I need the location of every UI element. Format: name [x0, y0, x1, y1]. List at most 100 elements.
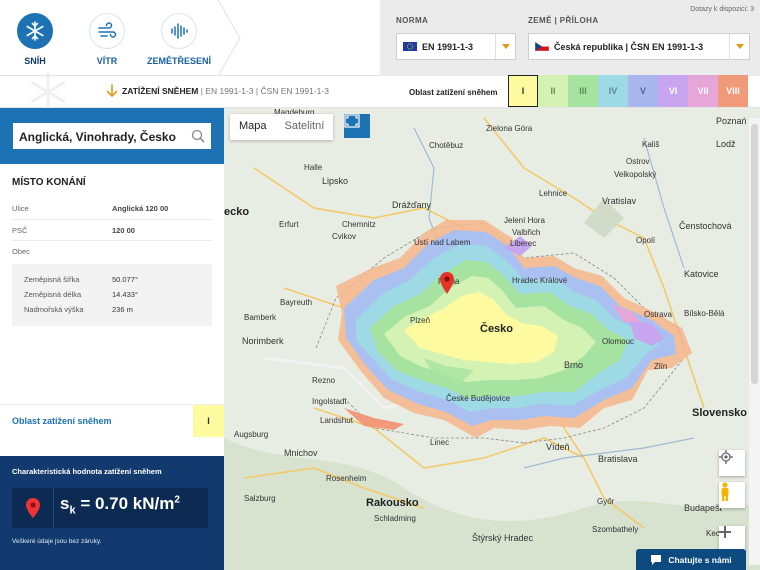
sidebar: Anglická, Vinohrady, Česko MÍSTO KONÁNÍ …: [0, 108, 224, 570]
zone-legend-item[interactable]: VII: [688, 75, 718, 107]
strip-norm2: ČSN EN 1991-1-3: [260, 86, 329, 96]
mode-seismic[interactable]: ZEMĚTŘESENÍ: [144, 0, 214, 76]
fullscreen-icon[interactable]: [344, 114, 370, 138]
map-city-label: Erfurt: [279, 220, 299, 229]
coordinates-box: Zeměpisná šířka 50.077° Zeměpisná délka 14…: [12, 264, 212, 326]
map-city-label: Mnichov: [284, 448, 318, 458]
eu-flag-icon: [403, 42, 417, 51]
coord-value: 236 m: [112, 305, 133, 314]
map-city-label: Lehnice: [539, 189, 568, 198]
top-bar: SNÍH VÍTR ZEMĚTŘESENÍ Dotazy k dispozici…: [0, 0, 760, 76]
chat-button[interactable]: Chatujte s námi: [636, 549, 746, 570]
map-city-label: Budapešť: [684, 503, 723, 513]
map-city-label: Bílsko-Bělá: [684, 309, 725, 318]
coord-value: 14.433°: [112, 290, 138, 299]
mode-snow[interactable]: SNÍH: [0, 0, 70, 76]
map-city-label: Kališ: [642, 140, 660, 149]
strip-norm1: EN 1991-1-3: [205, 86, 254, 96]
map-city-label: Vídeň: [546, 442, 570, 452]
row-key: Obec: [12, 247, 30, 256]
map-city-label: Halle: [304, 163, 323, 172]
map-type-map[interactable]: Mapa: [230, 114, 276, 140]
snow-load-map[interactable]: Magdeburg Zielona Góra Poznań Chotěbuz Lodž H…: [224, 108, 760, 570]
country-select[interactable]: Česká republika | ČSN EN 1991-1-3: [528, 33, 750, 60]
chat-bubble-icon: [651, 555, 662, 565]
zone-legend-item[interactable]: V: [628, 75, 658, 107]
zone-legend-item[interactable]: VI: [658, 75, 688, 107]
zone-legend-item[interactable]: III: [568, 75, 598, 107]
norma-select[interactable]: EN 1991-1-3: [396, 33, 516, 60]
map-city-label: Linec: [430, 438, 450, 447]
map-city-label: Landshut: [320, 416, 353, 425]
place-row: PSČ 120 00: [12, 219, 212, 240]
coord-key: Zeměpisná délka: [24, 290, 82, 299]
map-city-label: Bayreuth: [280, 298, 313, 307]
strip-title-main: ZATÍŽENÍ SNĚHEM: [122, 86, 199, 96]
map-city-label: Rezno: [312, 376, 336, 385]
sk-exponent: 2: [174, 494, 180, 506]
zone-legend-item[interactable]: IV: [598, 75, 628, 107]
map-city-label: Lipsko: [322, 176, 349, 186]
country-label: ZEMĚ | PŘÍLOHA: [528, 16, 599, 25]
place-row: Ulice Anglická 120 00: [12, 198, 212, 219]
street-view-pegman-icon[interactable]: [719, 482, 745, 508]
characteristic-title: Charakteristická hodnota zatížení sněhem: [12, 467, 162, 476]
snowflake-icon: [17, 13, 53, 49]
chevron-down-icon: [495, 34, 515, 59]
search-icon[interactable]: [191, 129, 205, 143]
norm-panel: Dotazy k dispozici: 3 NORMA EN 1991-1-3 …: [380, 0, 760, 76]
zone-legend-item[interactable]: I: [508, 75, 538, 107]
place-title: MÍSTO KONÁNÍ: [12, 177, 86, 188]
map-city-label: Čenstochová: [679, 221, 732, 231]
map-city-label: Brno: [564, 360, 584, 370]
scrollbar-thumb[interactable]: [751, 124, 758, 384]
map-scrollbar[interactable]: [749, 118, 760, 565]
map-city-label: Lodž: [716, 139, 736, 149]
country-value: Česká republika | ČSN EN 1991-1-3: [554, 41, 704, 52]
map-marker-icon[interactable]: [440, 272, 454, 294]
mode-label: VÍTR: [96, 56, 118, 66]
map-city-label: Norimberk: [242, 336, 284, 346]
coord-key: Nadmořská výška: [24, 305, 84, 314]
disclaimer: Veškeré údaje jsou bez záruky.: [12, 538, 102, 545]
zone-legend-label: Oblast zatížení sněhem: [409, 88, 498, 97]
map-city-label: Győr: [597, 497, 615, 506]
seismic-wave-icon: [161, 13, 197, 49]
zone-legend-item[interactable]: VIII: [718, 75, 748, 107]
map-city-label: Poznań: [716, 116, 747, 126]
location-pin-icon: [12, 488, 54, 528]
map-city-label: Bratislava: [598, 454, 638, 464]
search-input[interactable]: Anglická, Vinohrady, Česko: [12, 122, 212, 150]
row-value: Anglická 120 00: [112, 204, 169, 213]
map-city-label: Ústí nad Labem: [414, 238, 471, 247]
mode-label: SNÍH: [24, 56, 46, 66]
map-type-toggle: Mapa Satelitní: [230, 114, 334, 140]
mode-label: ZEMĚTŘESENÍ: [146, 56, 211, 66]
czech-flag-icon: [535, 42, 549, 51]
credits-counter: Dotazy k dispozici: 3: [690, 6, 754, 13]
zone-result-row: Oblast zatížení sněhem I: [0, 404, 224, 437]
map-city-label: Cvikov: [332, 232, 357, 241]
arrow-down-icon: [106, 84, 118, 98]
zone-result-label: Oblast zatížení sněhem: [12, 416, 112, 426]
map-type-satellite[interactable]: Satelitní: [276, 114, 334, 140]
sk-value: sk = 0.70 kN/m2: [60, 494, 180, 516]
map-city-label: Zlín: [654, 362, 668, 371]
zone-legend-item[interactable]: II: [538, 75, 568, 107]
strip-title: ZATÍŽENÍ SNĚHEM | EN 1991-1-3 | ČSN EN 1…: [122, 86, 329, 96]
locate-me-icon[interactable]: [719, 450, 745, 476]
chat-label: Chatujte s námi: [668, 554, 732, 565]
map-city-label: Česko: [480, 323, 514, 335]
map-city-label: Ostrava: [644, 310, 673, 319]
row-value: 120 00: [112, 226, 135, 235]
characteristic-card: Charakteristická hodnota zatížení sněhem…: [0, 456, 224, 570]
map-city-label: Liberec: [510, 239, 537, 248]
map-city-label: České Budějovice: [446, 394, 511, 403]
search-panel: Anglická, Vinohrady, Česko: [0, 108, 224, 164]
search-value: Anglická, Vinohrady, Česko: [19, 130, 176, 144]
map-city-label: Plzeň: [410, 316, 431, 325]
chevron-down-icon: [729, 34, 749, 59]
mode-wind[interactable]: VÍTR: [72, 0, 142, 76]
map-city-label: Opolí: [636, 236, 656, 245]
map-city-label: Augsburg: [234, 430, 269, 439]
